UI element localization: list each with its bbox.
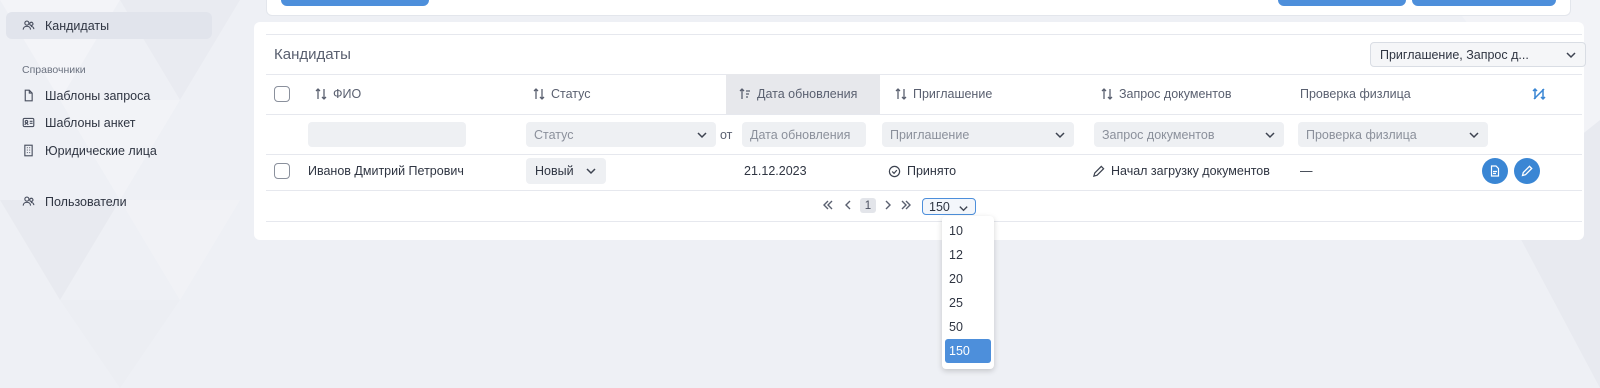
- sidebar-item-label: Юридические лица: [45, 143, 157, 158]
- divider: [266, 190, 1582, 191]
- docs-filter-select[interactable]: Запрос документов: [1094, 122, 1284, 147]
- edit-button[interactable]: [1514, 158, 1540, 184]
- page-size-option-selected[interactable]: 150: [945, 339, 991, 363]
- column-header-check[interactable]: Проверка физлица: [1300, 74, 1411, 114]
- top-action-button[interactable]: [281, 0, 429, 6]
- updated-filter-input[interactable]: Дата обновления: [742, 122, 866, 147]
- candidates-card: Кандидаты Приглашение, Запрос д... ФИО С…: [254, 22, 1586, 240]
- row-fio[interactable]: Иванов Дмитрий Петрович: [308, 162, 464, 180]
- chevron-down-icon: [1566, 52, 1576, 59]
- page-number-current[interactable]: 1: [860, 198, 876, 213]
- users-icon: [22, 20, 35, 30]
- column-header-fio[interactable]: ФИО: [314, 74, 361, 114]
- column-header-docs[interactable]: Запрос документов: [1100, 74, 1232, 114]
- sort-icon: [895, 88, 907, 100]
- sidebar-item-candidates[interactable]: Кандидаты: [6, 12, 212, 39]
- prev-page-icon[interactable]: [842, 199, 854, 211]
- row-docs: Начал загрузку документов: [1092, 162, 1270, 180]
- check-circle-icon: [888, 165, 901, 177]
- sidebar-item-request-templates[interactable]: Шаблоны запроса: [6, 82, 212, 109]
- download-pdf-button[interactable]: [1482, 158, 1508, 184]
- sidebar-item-users[interactable]: Пользователи: [6, 188, 212, 215]
- chevron-down-icon: [586, 168, 596, 175]
- select-all-checkbox[interactable]: [274, 86, 290, 102]
- file-pdf-icon: [1490, 165, 1500, 177]
- file-icon: [24, 89, 33, 102]
- first-page-icon[interactable]: [822, 199, 834, 211]
- check-filter-select[interactable]: Проверка физлица: [1298, 122, 1488, 147]
- top-action-button[interactable]: [1412, 0, 1556, 6]
- sort-icon: [315, 88, 327, 100]
- top-action-button[interactable]: [1278, 0, 1406, 6]
- sidebar: Кандидаты Справочники Шаблоны запроса Ша…: [0, 0, 220, 388]
- row-status-select[interactable]: Новый: [526, 158, 606, 184]
- sort-ascending-icon: [739, 88, 750, 99]
- fio-filter-input[interactable]: [308, 122, 466, 147]
- column-header-status[interactable]: Статус: [532, 74, 591, 114]
- sidebar-item-label: Пользователи: [45, 194, 127, 209]
- page-title: Кандидаты: [274, 46, 351, 63]
- pencil-icon: [1092, 165, 1105, 177]
- chevron-down-icon: [1055, 132, 1065, 139]
- columns-select-value: Приглашение, Запрос д...: [1380, 47, 1529, 62]
- sidebar-item-legal-entities[interactable]: Юридические лица: [6, 137, 212, 164]
- column-header-invitation[interactable]: Приглашение: [894, 74, 992, 114]
- last-page-icon[interactable]: [900, 199, 912, 211]
- page-size-option[interactable]: 12: [945, 243, 991, 267]
- chevron-down-icon: [697, 132, 707, 139]
- reset-sort-icon[interactable]: [1532, 87, 1546, 101]
- chevron-down-icon: [1469, 132, 1479, 139]
- divider: [266, 221, 1582, 222]
- page-size-option[interactable]: 50: [945, 315, 991, 339]
- sort-icon: [533, 88, 545, 100]
- page-size-option[interactable]: 20: [945, 267, 991, 291]
- sidebar-item-label: Шаблоны запроса: [45, 88, 151, 103]
- page-size-option[interactable]: 25: [945, 291, 991, 315]
- invitation-filter-select[interactable]: Приглашение: [882, 122, 1074, 147]
- row-invitation: Принято: [888, 162, 956, 180]
- row-checkbox[interactable]: [274, 163, 290, 179]
- page-size-option[interactable]: 10: [945, 219, 991, 243]
- row-check: —: [1300, 164, 1313, 178]
- sort-icon: [1101, 88, 1113, 100]
- users-icon: [22, 196, 35, 206]
- chevron-down-icon: [1265, 132, 1275, 139]
- row-updated: 21.12.2023: [744, 164, 807, 178]
- id-card-icon: [22, 117, 35, 128]
- divider: [266, 154, 1582, 155]
- divider: [266, 114, 1582, 115]
- building-icon: [24, 144, 33, 157]
- divider: [266, 34, 1582, 35]
- column-header-updated[interactable]: Дата обновления: [726, 74, 880, 114]
- page-size-select[interactable]: 150: [922, 198, 976, 215]
- sidebar-section-title: Справочники: [22, 64, 86, 76]
- pencil-icon: [1521, 165, 1533, 177]
- chevron-down-icon: [959, 206, 968, 212]
- next-page-icon[interactable]: [882, 199, 894, 211]
- sidebar-item-label: Шаблоны анкет: [45, 115, 136, 130]
- sidebar-item-label: Кандидаты: [45, 18, 110, 33]
- columns-select[interactable]: Приглашение, Запрос д...: [1370, 42, 1586, 67]
- page-size-dropdown: 10 12 20 25 50 150: [942, 216, 994, 369]
- status-filter-select[interactable]: Статус: [526, 122, 716, 147]
- from-label: от: [720, 128, 733, 142]
- sidebar-item-form-templates[interactable]: Шаблоны анкет: [6, 109, 212, 136]
